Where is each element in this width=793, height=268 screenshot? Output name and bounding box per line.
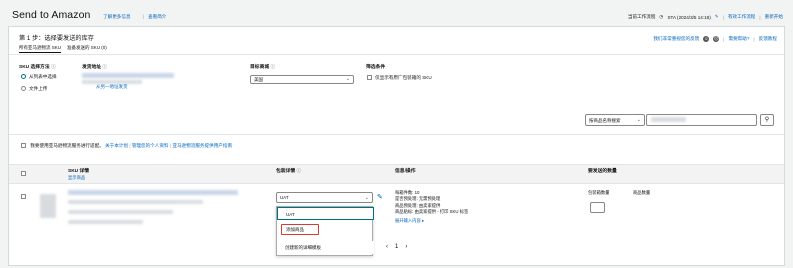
option-upload-radio[interactable]: 文件上传 [21,86,47,92]
clock-icon: ◷ [659,14,664,19]
expand-inputs-link[interactable]: 展开输入内容 ▸ [395,218,468,224]
search-icon: ⚲ [764,117,770,123]
packing-dropdown-menu: UAT 添加商品 创建新的详细模板 [276,206,374,256]
pagination: ‹ 1 › [386,244,407,250]
select-all-checkbox[interactable] [21,171,29,177]
product-image [40,194,56,218]
user-guide-link[interactable]: 亚马逊物流服务提供用户指南 [172,143,232,148]
step-title: 第 1 步：选择要发送的库存 [19,35,94,42]
tab-all-skus[interactable]: 所有亚马逊物流 SKU [19,45,62,53]
chevron-down-icon: ⌄ [364,195,369,201]
notice-row: 我要使用亚马逊物流服务进行适配。 关于本计划 | 管理您的个人资料 | 亚马逊物… [21,143,232,149]
tutorial-link[interactable]: 反馈教程 [759,36,777,42]
filter-label: 筛选条件 [366,65,386,70]
chevron-down-icon: ⌄ [636,117,641,123]
dropdown-option-add-product[interactable]: 添加商品 [281,224,319,235]
sku-tabs: 所有亚马逊物流 SKU 准备发送的 SKU (0) [19,45,107,53]
notice-text: 我要使用亚马逊物流服务进行适配。 [30,143,104,148]
active-workflows-link[interactable]: 有效工作流程 [728,14,756,20]
checkbox-icon[interactable] [21,194,26,200]
col-info-header: 信息/操作 [395,169,416,174]
notice-checkbox[interactable] [21,143,26,149]
marketplace-label: 目标商城 ⓘ [250,65,276,70]
col-qty-header: 要发送的数量 [588,169,617,174]
option-list-radio[interactable]: 从列表中选择 [21,74,57,80]
product-sku [68,210,173,214]
qty-boxes-label: 包装箱数量 [588,190,610,195]
sta-label: STA (2024/3/5 14:18) [667,14,711,20]
info-line: 商品贴标: 由卖家提供 - 打印 SKU 标签 [395,209,469,215]
radio-icon[interactable] [21,86,26,92]
radio-selected-icon[interactable] [21,74,26,80]
prev-page-icon[interactable]: ‹ [386,244,388,250]
search-button[interactable]: ⚲ [760,114,774,126]
header-separator: | [143,14,145,19]
checkbox-icon[interactable] [367,75,372,81]
page-number[interactable]: 1 [395,244,398,250]
sku-method-label: SKU 选择方法 ⓘ [19,65,56,70]
view-intro-link[interactable]: 查看简介 [148,14,166,20]
workflow-label: 当前工作流程 [627,14,656,19]
packing-select[interactable]: UAT ⌄ [276,192,373,203]
frown-icon[interactable]: ☹ [713,36,720,42]
edit-pencil-icon[interactable]: ✎ [377,193,383,201]
filter-original-box[interactable]: 仅显示有原厂包装箱的 SKU [367,75,432,81]
search-by-select[interactable]: 按商品名称搜索 ⌄ [585,114,645,126]
show-products-link[interactable]: 显示商品 [68,175,85,181]
smile-icon[interactable]: ☺ [703,36,710,42]
edit-icon[interactable]: ✎ [715,14,719,20]
qty-units-label: 商品数量 [633,190,651,195]
qty-boxes-input[interactable] [590,202,605,213]
divider [9,54,784,55]
manage-profile-link[interactable]: 管理您的个人资料 [132,143,169,148]
row-checkbox[interactable] [21,194,29,200]
marketplace-select[interactable]: 美国 ⌄ [250,75,354,84]
checkbox-icon[interactable] [21,171,26,177]
dropdown-option-uat[interactable]: UAT [277,207,374,220]
about-program-link[interactable]: 关于本计划 [105,143,128,148]
col-sku-header: SKU 详情 [68,169,90,174]
chevron-down-icon: ⌄ [345,76,350,82]
product-title [68,190,238,195]
ship-from-another-link[interactable]: 从另一地址发货 [96,84,128,90]
dropdown-option-create-template[interactable]: 创建新的详细模板 [277,241,374,254]
feedback-link[interactable]: 我们非常重视您的反馈 [653,36,699,42]
search-query [651,117,686,122]
next-page-icon[interactable]: › [405,244,407,250]
workflow-info: 当前工作流程 ◷ STA (2024/3/5 14:18) ✎ | 有效工作流程… [627,14,783,20]
help-link[interactable]: 需要帮助? [728,36,749,42]
col-packing-header: 包装详情 ⓘ [276,169,302,174]
product-title [68,200,203,204]
learn-more-link[interactable]: 了解更多信息 [103,14,131,20]
info-block: 每箱件数: 10 是否预处理: 无需预处理 商品预处理: 由卖家提供 商品贴标:… [395,190,468,224]
product-asin [68,220,143,224]
ship-from-address [82,73,174,78]
ship-from-label: 发货地址 ⓘ [82,65,108,70]
feedback-bar: 我们非常重视您的反馈 ☺ ☹ | 需要帮助? | 反馈教程 [653,36,777,42]
restart-link[interactable]: 重新开始 [765,14,783,20]
tab-ready-skus[interactable]: 准备发送的 SKU (0) [67,45,107,53]
page-title: Send to Amazon [12,9,91,21]
divider [9,134,784,135]
